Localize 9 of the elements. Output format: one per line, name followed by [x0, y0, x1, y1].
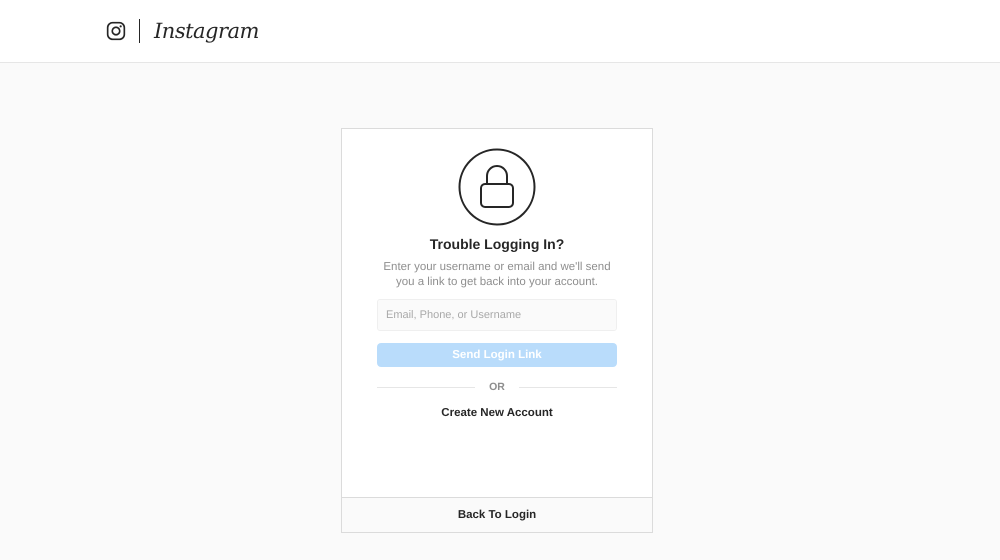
- card-title: Trouble Logging In?: [430, 236, 564, 252]
- back-to-login-link[interactable]: Back To Login: [458, 509, 536, 521]
- logo-wordmark[interactable]: Instagram: [154, 19, 259, 43]
- input-field[interactable]: Email, Phone, or Username: [377, 299, 617, 331]
- divider-text: OR: [489, 381, 505, 393]
- camera-icon[interactable]: [106, 21, 126, 41]
- instructions-text: Enter your username or email and we'll send you a link to get back into your account.: [382, 260, 612, 290]
- lock-icon: [458, 148, 536, 226]
- create-account-link[interactable]: Create New Account: [441, 407, 553, 419]
